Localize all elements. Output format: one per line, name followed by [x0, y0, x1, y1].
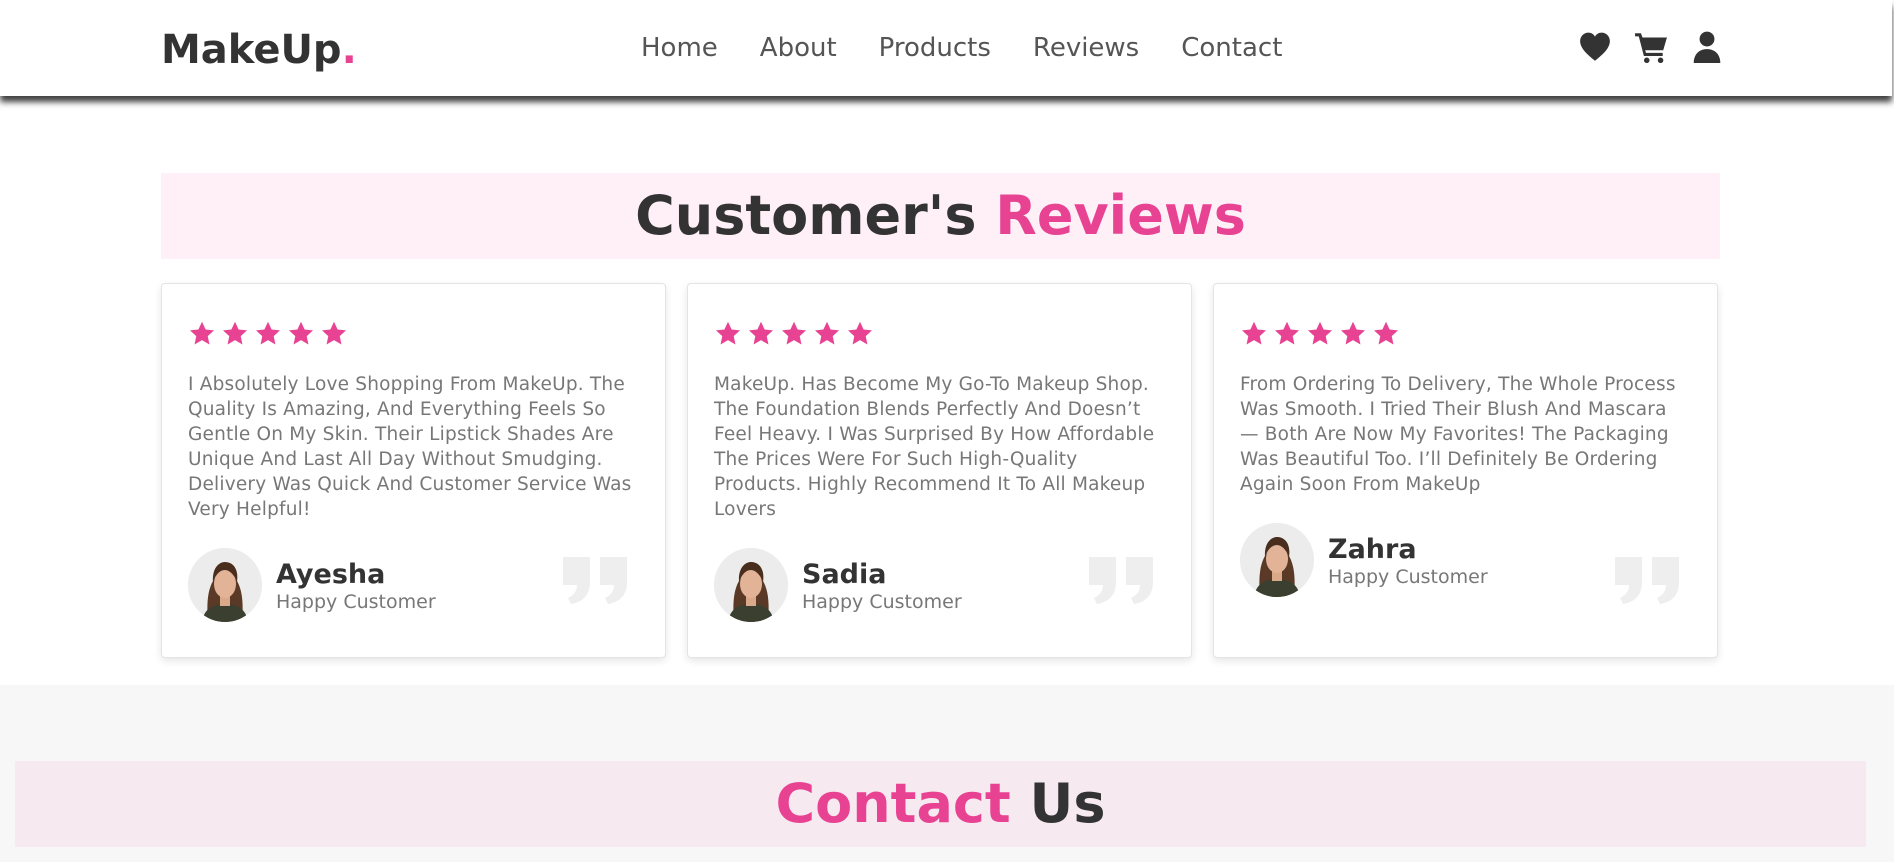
- heart-icon[interactable]: [1578, 30, 1612, 64]
- star-icon: [846, 320, 874, 348]
- nav-link-products[interactable]: Products: [879, 30, 991, 66]
- star-icon: [780, 320, 808, 348]
- nav-link-about[interactable]: About: [760, 30, 837, 66]
- header-icons: [1578, 30, 1724, 64]
- reviews-heading: Customer's Reviews: [161, 173, 1720, 259]
- star-icon: [747, 320, 775, 348]
- quote-icon: [1087, 555, 1155, 605]
- main-nav: Home About Products Reviews Contact: [641, 30, 1282, 66]
- nav-link-home[interactable]: Home: [641, 30, 718, 66]
- star-icon: [320, 320, 348, 348]
- author-name: Sadia: [802, 559, 887, 590]
- star-icon: [714, 320, 742, 348]
- review-card: I Absolutely Love Shopping From MakeUp. …: [161, 283, 666, 658]
- star-icon: [287, 320, 315, 348]
- star-icon: [1339, 320, 1367, 348]
- author-name: Ayesha: [276, 559, 386, 590]
- contact-heading-plain: Us: [1029, 772, 1106, 835]
- star-icon: [188, 320, 216, 348]
- nav-link-reviews[interactable]: Reviews: [1033, 30, 1139, 66]
- quote-icon: [561, 555, 629, 605]
- review-card: MakeUp. Has Become My Go-To Makeup Shop.…: [687, 283, 1192, 658]
- logo-dot: .: [341, 27, 357, 73]
- reviews-list: I Absolutely Love Shopping From MakeUp. …: [161, 283, 1721, 661]
- nav-link-contact[interactable]: Contact: [1181, 30, 1282, 66]
- contact-heading: Contact Us: [15, 761, 1866, 847]
- user-icon[interactable]: [1690, 30, 1724, 64]
- star-icon: [254, 320, 282, 348]
- star-icon: [1240, 320, 1268, 348]
- star-rating: [1240, 320, 1400, 348]
- review-author: Sadia Happy Customer: [714, 548, 962, 622]
- avatar: [1240, 523, 1314, 597]
- logo[interactable]: MakeUp.: [161, 26, 357, 74]
- logo-text: MakeUp: [161, 27, 342, 73]
- review-text: I Absolutely Love Shopping From MakeUp. …: [188, 374, 632, 520]
- reviews-heading-plain: Customer's: [635, 184, 977, 247]
- quote-icon: [1613, 555, 1681, 605]
- site-header: MakeUp. Home About Products Reviews Cont…: [0, 0, 1892, 96]
- cart-icon[interactable]: [1634, 30, 1668, 64]
- star-rating: [714, 320, 874, 348]
- reviews-heading-accent: Reviews: [995, 184, 1246, 247]
- star-icon: [221, 320, 249, 348]
- author-info: Sadia Happy Customer: [802, 556, 962, 614]
- star-icon: [813, 320, 841, 348]
- author-info: Ayesha Happy Customer: [276, 556, 436, 614]
- author-info: Zahra Happy Customer: [1328, 531, 1488, 589]
- review-author: Ayesha Happy Customer: [188, 548, 436, 622]
- star-icon: [1273, 320, 1301, 348]
- author-role: Happy Customer: [1328, 566, 1488, 588]
- contact-section: Contact Us: [0, 685, 1894, 862]
- review-text: From Ordering To Delivery, The Whole Pro…: [1240, 374, 1676, 495]
- star-icon: [1372, 320, 1400, 348]
- author-role: Happy Customer: [802, 591, 962, 613]
- avatar: [188, 548, 262, 622]
- author-name: Zahra: [1328, 534, 1417, 565]
- review-card: From Ordering To Delivery, The Whole Pro…: [1213, 283, 1718, 658]
- author-role: Happy Customer: [276, 591, 436, 613]
- review-author: Zahra Happy Customer: [1240, 523, 1488, 597]
- star-rating: [188, 320, 348, 348]
- avatar: [714, 548, 788, 622]
- contact-heading-accent: Contact: [775, 772, 1011, 835]
- star-icon: [1306, 320, 1334, 348]
- review-text: MakeUp. Has Become My Go-To Makeup Shop.…: [714, 374, 1155, 520]
